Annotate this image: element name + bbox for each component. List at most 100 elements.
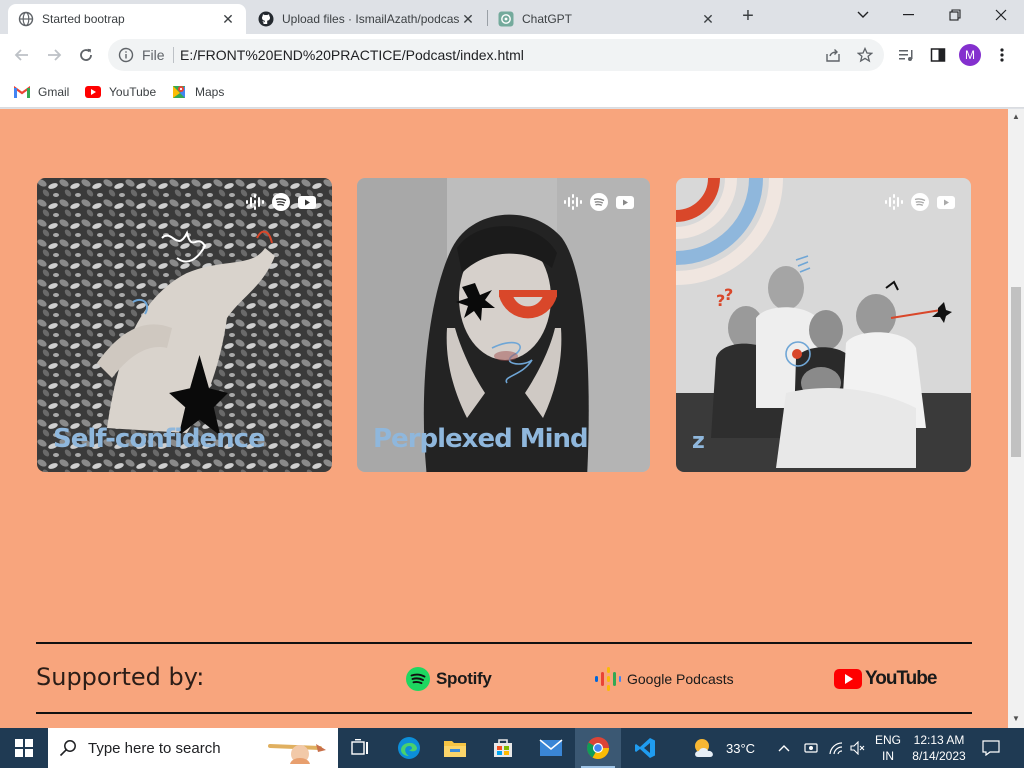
store-icon bbox=[494, 739, 512, 757]
card-artwork-image: ? ? bbox=[676, 178, 971, 472]
vscode-icon bbox=[635, 738, 655, 758]
sponsor-google-podcasts[interactable]: Google Podcasts bbox=[595, 666, 734, 692]
svg-text:?: ? bbox=[724, 285, 733, 304]
back-button[interactable] bbox=[10, 43, 34, 67]
url-text[interactable]: E:/FRONT%20END%20PRACTICE/Podcast/index.… bbox=[180, 47, 524, 63]
tab-upload-files[interactable]: Upload files · IsmailAzath/podcas ✕ bbox=[248, 4, 486, 34]
share-icon[interactable] bbox=[824, 46, 842, 64]
search-placeholder: Type here to search bbox=[88, 739, 221, 757]
chrome-icon bbox=[587, 737, 609, 759]
card-title: z bbox=[692, 429, 705, 454]
github-icon bbox=[258, 11, 274, 27]
podcast-card-perplexed-mind[interactable]: Perplexed Mind bbox=[357, 178, 650, 472]
site-info-icon[interactable] bbox=[118, 47, 134, 63]
chevron-up-icon bbox=[778, 745, 790, 752]
bookmark-label: Maps bbox=[195, 85, 225, 99]
footer-divider-bottom bbox=[36, 712, 972, 714]
podcast-card-z[interactable]: ? ? z bbox=[676, 178, 971, 472]
youtube-icon[interactable] bbox=[298, 193, 316, 211]
new-tab-button[interactable]: + bbox=[737, 6, 759, 28]
page-viewport: Self-confidence Perplexed Mind ? ? z Sup… bbox=[0, 109, 1008, 728]
media-controls-icon[interactable] bbox=[896, 45, 916, 65]
close-tab-icon[interactable]: ✕ bbox=[700, 11, 716, 27]
file-explorer-icon bbox=[444, 741, 466, 757]
minimize-button[interactable] bbox=[886, 0, 932, 30]
sponsor-spotify[interactable]: Spotify bbox=[406, 666, 492, 692]
address-bar[interactable]: File E:/FRONT%20END%20PRACTICE/Podcast/i… bbox=[108, 39, 884, 71]
clock-date: 8/14/2023 bbox=[912, 749, 966, 763]
notifications-icon[interactable] bbox=[982, 728, 1000, 768]
tab-chatgpt[interactable]: ChatGPT ✕ bbox=[488, 4, 726, 34]
page-scrollbar[interactable]: ▲ ▼ bbox=[1008, 109, 1024, 728]
card-title: Self-confidence bbox=[53, 424, 266, 454]
scroll-down-arrow[interactable]: ▼ bbox=[1012, 715, 1020, 723]
google-podcasts-logo-icon bbox=[595, 666, 621, 692]
profile-avatar[interactable]: M bbox=[959, 44, 981, 66]
search-icon bbox=[48, 739, 88, 757]
vscode-taskbar-button[interactable] bbox=[622, 728, 668, 768]
store-taskbar-button[interactable] bbox=[480, 728, 526, 768]
scroll-thumb[interactable] bbox=[1011, 287, 1021, 457]
podcast-card-self-confidence[interactable]: Self-confidence bbox=[37, 178, 332, 472]
bookmark-label: YouTube bbox=[109, 85, 157, 99]
bookmark-youtube[interactable]: YouTube bbox=[85, 82, 156, 102]
system-clock[interactable]: 12:13 AM 8/14/2023 bbox=[908, 732, 970, 764]
globe-icon bbox=[18, 11, 34, 27]
youtube-icon[interactable] bbox=[937, 193, 955, 211]
google-podcasts-icon[interactable] bbox=[564, 193, 582, 211]
scroll-up-arrow[interactable]: ▲ bbox=[1012, 113, 1020, 121]
reload-button[interactable] bbox=[74, 43, 98, 67]
platform-icons bbox=[885, 193, 955, 211]
sponsor-youtube[interactable]: YouTube bbox=[834, 666, 937, 692]
browser-toolbar: File E:/FRONT%20END%20PRACTICE/Podcast/i… bbox=[0, 34, 1024, 76]
youtube-icon[interactable] bbox=[616, 193, 634, 211]
supported-by-label: Supported by: bbox=[36, 663, 205, 691]
bookmarks-bar: Gmail YouTube Maps bbox=[0, 76, 1024, 108]
footer-divider-top bbox=[36, 642, 972, 644]
show-hidden-icons[interactable] bbox=[778, 728, 790, 768]
spotify-icon[interactable] bbox=[590, 193, 608, 211]
bookmark-maps[interactable]: Maps bbox=[171, 82, 224, 102]
edge-taskbar-button[interactable] bbox=[386, 728, 432, 768]
windows-taskbar: Type here to search 33°C ENG IN 12:13 AM… bbox=[0, 728, 1024, 768]
meet-now-icon[interactable] bbox=[804, 728, 818, 768]
language-line2: IN bbox=[882, 749, 894, 763]
tab-strip: Started bootrap ✕ Upload files · IsmailA… bbox=[0, 0, 1024, 34]
close-tab-icon[interactable]: ✕ bbox=[220, 11, 236, 27]
close-tab-icon[interactable]: ✕ bbox=[460, 11, 476, 27]
windows-logo-icon bbox=[15, 739, 33, 757]
bookmark-label: Gmail bbox=[38, 85, 70, 99]
spotify-logo-icon bbox=[406, 667, 430, 691]
weather-cloud-sun-icon bbox=[695, 739, 713, 757]
mail-icon bbox=[539, 739, 563, 756]
tab-title: Upload files · IsmailAzath/podcas bbox=[282, 12, 460, 26]
taskbar-search-box[interactable]: Type here to search bbox=[48, 728, 338, 768]
close-window-button[interactable] bbox=[978, 0, 1024, 30]
google-podcasts-icon[interactable] bbox=[885, 193, 903, 211]
bookmark-star-icon[interactable] bbox=[856, 46, 874, 64]
network-wifi-icon[interactable] bbox=[828, 728, 844, 768]
bookmark-gmail[interactable]: Gmail bbox=[14, 82, 69, 102]
mail-taskbar-button[interactable] bbox=[528, 728, 574, 768]
volume-muted-icon[interactable] bbox=[850, 728, 866, 768]
card-title: Perplexed Mind bbox=[373, 424, 589, 454]
spotify-icon[interactable] bbox=[272, 193, 290, 211]
menu-kebab-icon[interactable] bbox=[992, 45, 1012, 65]
weather-widget[interactable]: 33°C bbox=[692, 728, 755, 768]
chrome-taskbar-button[interactable] bbox=[575, 728, 621, 768]
forward-button[interactable] bbox=[42, 43, 66, 67]
youtube-logo-icon bbox=[834, 669, 862, 689]
restore-button[interactable] bbox=[932, 0, 978, 30]
google-podcasts-icon[interactable] bbox=[246, 193, 264, 211]
file-explorer-taskbar-button[interactable] bbox=[432, 728, 478, 768]
tab-started-bootrap[interactable]: Started bootrap ✕ bbox=[8, 4, 246, 34]
start-button[interactable] bbox=[0, 728, 48, 768]
task-view-button[interactable] bbox=[338, 728, 384, 768]
youtube-icon bbox=[85, 84, 101, 100]
tab-search-chevron-icon[interactable] bbox=[840, 0, 886, 30]
spotify-icon[interactable] bbox=[911, 193, 929, 211]
tab-title: Started bootrap bbox=[42, 12, 125, 26]
side-panel-icon[interactable] bbox=[928, 45, 948, 65]
language-indicator[interactable]: ENG IN bbox=[872, 732, 904, 764]
task-view-icon bbox=[351, 739, 368, 755]
